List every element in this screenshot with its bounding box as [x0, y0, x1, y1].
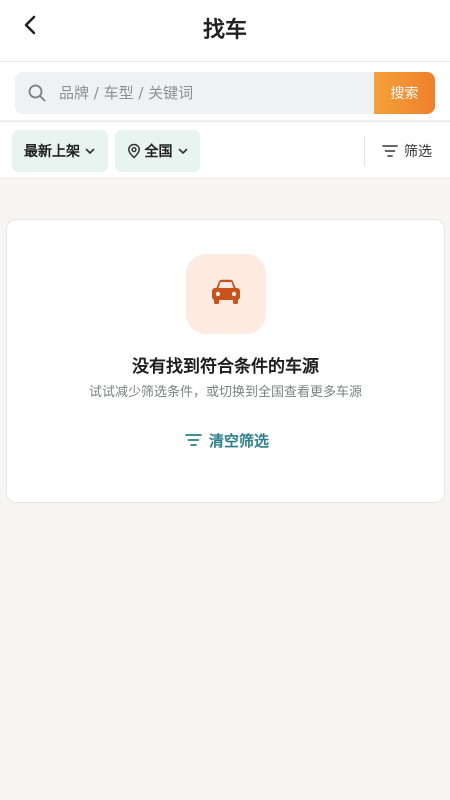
region-dropdown[interactable]: 全国: [115, 130, 200, 172]
search-section: 搜索: [0, 62, 450, 120]
chevron-down-icon: [177, 145, 189, 157]
search-bar: 搜索: [15, 72, 435, 114]
chevron-down-icon: [84, 145, 96, 157]
filter-button[interactable]: 筛选: [372, 130, 442, 172]
filter-lines-icon: [382, 144, 398, 158]
empty-state-card: 没有找到符合条件的车源 试试减少筛选条件，或切换到全国查看更多车源 清空筛选: [6, 219, 445, 503]
car-icon-tile: [186, 254, 266, 334]
filter-bar: 最新上架 全国 筛选: [0, 121, 450, 179]
top-bar: 找车: [0, 0, 450, 62]
sort-dropdown[interactable]: 最新上架: [12, 130, 108, 172]
region-label: 全国: [144, 144, 173, 160]
empty-state-title: 没有找到符合条件的车源: [132, 357, 319, 377]
clear-filters-label: 清空筛选: [208, 431, 269, 450]
filter-divider: [364, 136, 365, 166]
location-pin-icon: [127, 143, 141, 159]
search-input[interactable]: [59, 72, 374, 114]
sort-label: 最新上架: [24, 144, 80, 160]
search-icon: [15, 72, 59, 114]
page-title: 找车: [202, 18, 247, 43]
filter-label: 筛选: [404, 144, 432, 160]
app-root: 找车 搜索 最新上架: [0, 0, 450, 800]
search-button[interactable]: 搜索: [374, 72, 435, 114]
car-icon: [209, 277, 243, 311]
clear-filters-button[interactable]: 清空筛选: [167, 424, 287, 456]
empty-state-subtitle: 试试减少筛选条件，或切换到全国查看更多车源: [88, 385, 362, 400]
filter-lines-icon: [185, 433, 202, 447]
